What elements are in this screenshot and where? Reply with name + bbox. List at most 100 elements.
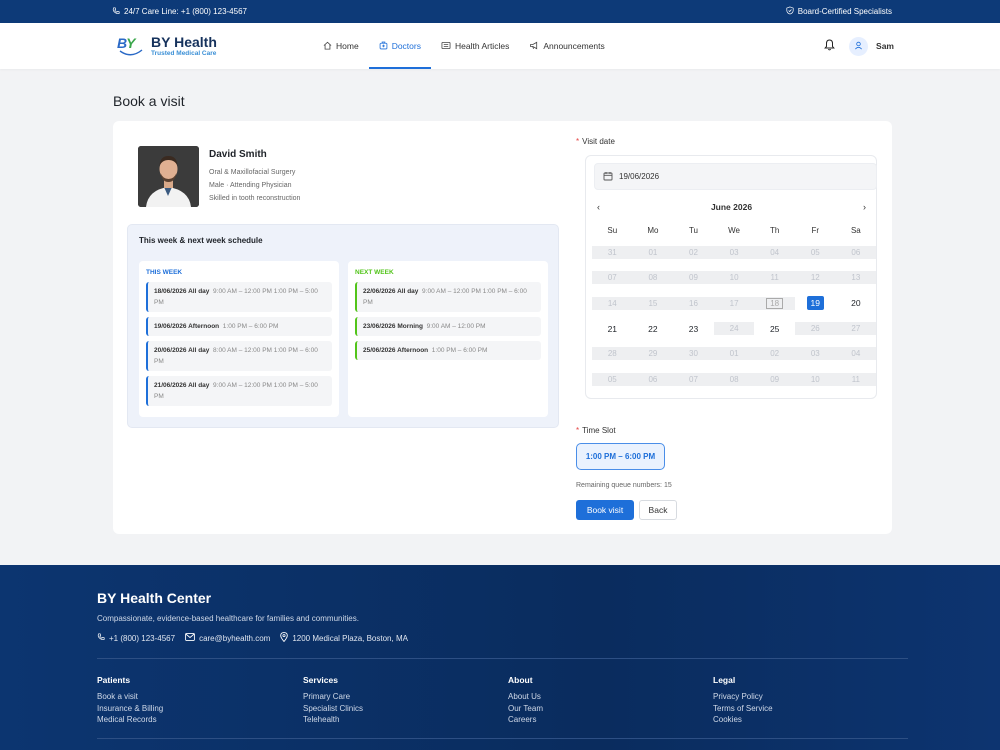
prev-month-button[interactable]: ‹ — [597, 202, 600, 212]
calendar-day: 04 — [754, 246, 795, 260]
calendar-day-number: 02 — [770, 349, 780, 359]
calendar-day-number: 06 — [851, 248, 861, 258]
calendar-day-number: 13 — [851, 273, 861, 283]
calendar-day-number: 21 — [607, 323, 618, 334]
this-week-panel: THIS WEEK 18/06/2026 All day 9:00 AM – 1… — [139, 261, 339, 417]
time-slot-label: * Time Slot — [576, 426, 616, 435]
nav-doctors-label: Doctors — [391, 41, 421, 51]
calendar-day-number: 11 — [851, 374, 861, 384]
queue-text: Remaining queue numbers: 15 — [576, 482, 672, 489]
this-week-label: THIS WEEK — [146, 269, 183, 276]
weekday-row: Su Mo Tu We Th Fr Sa — [586, 226, 878, 235]
doctor-specialty: Oral & Maxillofacial Surgery — [209, 169, 296, 176]
footer-address: 1200 Medical Plaza, Boston, MA — [292, 633, 408, 643]
footer-link[interactable]: Telehealth — [303, 714, 463, 726]
footer-link[interactable]: Specialist Clinics — [303, 703, 463, 715]
weekday-label: Mo — [647, 226, 659, 235]
calendar-day[interactable]: 21 — [592, 322, 633, 335]
calendar-day-number: 26 — [810, 324, 820, 334]
schedule-slot: 18/06/2026 All day 9:00 AM – 12:00 PM 1:… — [146, 282, 332, 312]
calendar-day-number: 18 — [766, 297, 784, 309]
nav-announcements-label: Announcements — [543, 41, 605, 51]
nav-announcements[interactable]: Announcements — [519, 23, 614, 69]
calendar-day: 18 — [754, 296, 795, 310]
calendar-day-number: 08 — [648, 273, 658, 283]
footer-link[interactable]: Book a visit — [97, 691, 257, 703]
calendar-day-number: 11 — [770, 273, 779, 283]
weekday-label: We — [728, 226, 740, 235]
calendar-day-number: 09 — [770, 374, 780, 384]
footer-email[interactable]: care@byhealth.com — [199, 634, 270, 643]
calendar-day-number: 03 — [729, 248, 739, 258]
calendar-day-number: 07 — [607, 273, 617, 283]
calendar-day-number: 01 — [648, 248, 658, 258]
calendar-day: 01 — [713, 347, 755, 361]
footer-link[interactable]: Insurance & Billing — [97, 703, 257, 715]
calendar-day-number: 31 — [607, 248, 617, 258]
footer-col-services: Services Primary Care Specialist Clinics… — [303, 675, 463, 726]
main-nav: Home Doctors Health Articles Announcemen… — [313, 23, 615, 69]
calendar-day-number: 29 — [648, 349, 658, 359]
calendar-day[interactable]: 23 — [673, 322, 714, 335]
footer-link[interactable]: Cookies — [713, 714, 873, 726]
calendar-day-number: 09 — [689, 273, 698, 283]
footer-link[interactable]: Primary Care — [303, 691, 463, 703]
calendar-day[interactable]: 20 — [836, 297, 877, 310]
nav-doctors[interactable]: Doctors — [368, 23, 432, 69]
nav-health-articles[interactable]: Health Articles — [431, 23, 519, 69]
footer-col-patients: Patients Book a visit Insurance & Billin… — [97, 675, 257, 726]
calendar-day-number: 06 — [648, 374, 658, 384]
calendar-day-number: 05 — [810, 248, 820, 258]
calendar-day-number: 27 — [851, 324, 861, 334]
footer-col-title: Patients — [97, 675, 131, 685]
nav-home-label: Home — [336, 41, 359, 51]
calendar-day-number: 22 — [648, 323, 658, 334]
user-name: Sam — [876, 41, 894, 51]
page-title: Book a visit — [113, 93, 185, 109]
location-pin-icon — [280, 632, 289, 644]
footer-link[interactable]: Our Team — [508, 703, 668, 715]
back-button[interactable]: Back — [639, 500, 677, 520]
calendar-day[interactable]: 22 — [633, 322, 674, 335]
avatar — [849, 36, 869, 56]
doctor-profile: David Smith Oral & Maxillofacial Surgery… — [138, 146, 300, 207]
calendar-day-number: 07 — [689, 374, 698, 384]
visit-date-value: 19/06/2026 — [619, 172, 660, 181]
calendar-day: 04 — [835, 347, 877, 361]
calendar-day-number: 10 — [810, 374, 820, 384]
next-month-button[interactable]: › — [863, 202, 866, 212]
calendar-day-number: 14 — [607, 298, 617, 308]
calendar-day: 09 — [754, 372, 795, 386]
footer-link[interactable]: About Us — [508, 691, 668, 703]
calendar-day-number: 04 — [770, 248, 780, 258]
calendar-day: 06 — [835, 246, 877, 260]
calendar-day[interactable]: 25 — [754, 322, 795, 335]
footer-link[interactable]: Terms of Service — [713, 703, 873, 715]
time-slot-option[interactable]: 1:00 PM – 6:00 PM — [576, 443, 665, 470]
bell-icon[interactable] — [824, 39, 835, 53]
calendar-day: 11 — [754, 271, 795, 285]
care-line: 24/7 Care Line: +1 (800) 123-4567 — [112, 6, 247, 17]
footer-link[interactable]: Medical Records — [97, 714, 257, 726]
footer-subtitle: Compassionate, evidence-based healthcare… — [97, 614, 359, 623]
footer-link[interactable]: Privacy Policy — [713, 691, 873, 703]
calendar-day: 01 — [632, 246, 674, 260]
user-menu[interactable]: Sam — [849, 36, 894, 56]
article-icon — [441, 41, 451, 52]
calendar-day: 24 — [713, 322, 755, 336]
calendar-day: 10 — [794, 372, 836, 386]
calendar-day: 07 — [673, 372, 714, 386]
brand-logo[interactable]: BY BY Health Trusted Medical Care — [117, 35, 313, 58]
schedule-slot: 25/06/2026 Afternoon 1:00 PM – 6:00 PM — [355, 341, 541, 360]
visit-date-input[interactable]: 19/06/2026 — [594, 163, 877, 190]
calendar-day[interactable]: 19 — [795, 296, 836, 311]
nav-home[interactable]: Home — [313, 23, 369, 69]
footer-title: BY Health Center — [97, 590, 212, 606]
footer-link[interactable]: Careers — [508, 714, 668, 726]
calendar-day: 15 — [632, 296, 674, 310]
calendar-day-number: 05 — [607, 374, 617, 384]
calendar-day-number: 08 — [729, 374, 739, 384]
schedule-slot: 21/06/2026 All day 9:00 AM – 12:00 PM 1:… — [146, 376, 332, 406]
footer-phone[interactable]: +1 (800) 123-4567 — [109, 634, 175, 643]
book-visit-button[interactable]: Book visit — [576, 500, 634, 520]
